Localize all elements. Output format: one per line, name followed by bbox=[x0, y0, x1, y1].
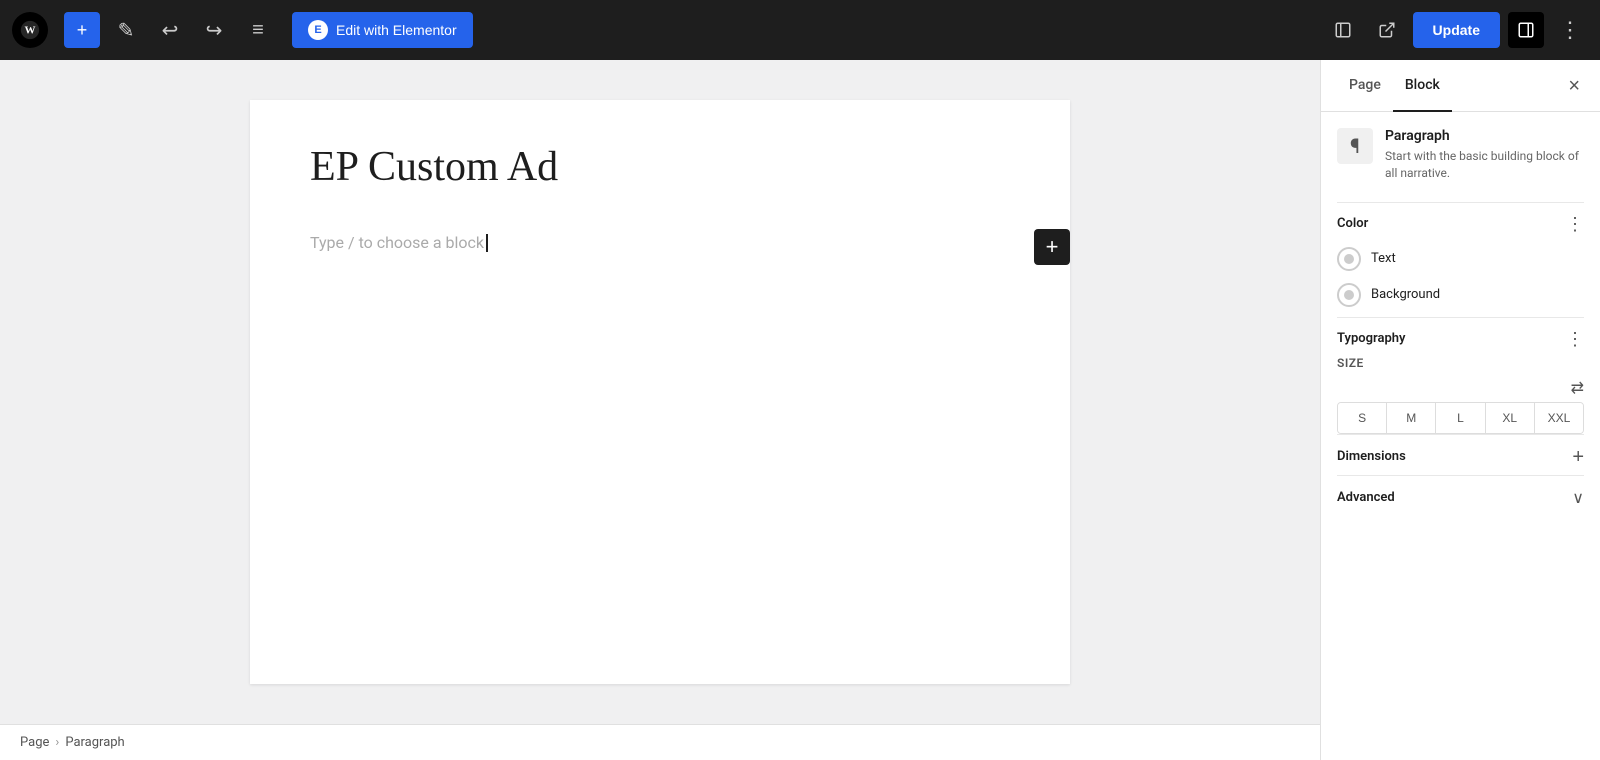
block-placeholder[interactable]: Type / to choose a block bbox=[310, 225, 1010, 261]
add-block-button[interactable]: + bbox=[1034, 229, 1070, 265]
wp-logo[interactable]: W bbox=[12, 12, 48, 48]
dimensions-section: Dimensions + bbox=[1337, 434, 1584, 475]
background-color-label: Background bbox=[1371, 287, 1440, 302]
advanced-chevron-button[interactable]: ∨ bbox=[1572, 488, 1584, 508]
external-link-button[interactable] bbox=[1369, 12, 1405, 48]
breadcrumb-page[interactable]: Page bbox=[20, 735, 49, 750]
tab-block[interactable]: Block bbox=[1393, 60, 1452, 112]
editor-area: EP Custom Ad Type / to choose a block + … bbox=[0, 60, 1320, 760]
dimensions-title: Dimensions bbox=[1337, 449, 1406, 464]
typography-section-header: Typography ⋮ bbox=[1337, 317, 1584, 356]
page-title: EP Custom Ad bbox=[310, 140, 1010, 195]
color-more-button[interactable]: ⋮ bbox=[1566, 215, 1584, 233]
list-view-button[interactable]: ≡ bbox=[240, 12, 276, 48]
block-info-text: Paragraph Start with the basic building … bbox=[1385, 128, 1584, 182]
add-block-toolbar-button[interactable]: + bbox=[64, 12, 100, 48]
dimensions-header: Dimensions + bbox=[1337, 434, 1584, 475]
size-controls: ⇄ bbox=[1337, 378, 1584, 398]
size-xl-button[interactable]: XL bbox=[1486, 403, 1535, 433]
block-name: Paragraph bbox=[1385, 128, 1584, 144]
advanced-section: Advanced ∨ bbox=[1337, 475, 1584, 516]
redo-button[interactable]: ↪ bbox=[196, 12, 232, 48]
color-section-header: Color ⋮ bbox=[1337, 202, 1584, 241]
editor-paper: EP Custom Ad Type / to choose a block + bbox=[250, 100, 1070, 684]
background-color-swatch bbox=[1337, 283, 1361, 307]
undo-button[interactable]: ↩ bbox=[152, 12, 188, 48]
placeholder-row: Type / to choose a block + bbox=[310, 225, 1010, 261]
svg-text:W: W bbox=[25, 25, 36, 37]
size-adjust-button[interactable]: ⇄ bbox=[1571, 378, 1584, 398]
toolbar: W + ✎ ↩ ↪ ≡ E Edit with Elementor Update bbox=[0, 0, 1600, 60]
more-options-button[interactable]: ⋮ bbox=[1552, 12, 1588, 48]
typography-more-button[interactable]: ⋮ bbox=[1566, 330, 1584, 348]
sidebar-toggle-button[interactable] bbox=[1508, 12, 1544, 48]
text-color-label: Text bbox=[1371, 251, 1396, 266]
breadcrumb-paragraph: Paragraph bbox=[65, 735, 124, 750]
tab-page[interactable]: Page bbox=[1337, 60, 1393, 112]
size-m-button[interactable]: M bbox=[1387, 403, 1436, 433]
toolbar-right: Update ⋮ bbox=[1325, 12, 1588, 48]
elementor-icon: E bbox=[308, 20, 328, 40]
typography-section: Typography ⋮ SIZE ⇄ S M L XL XXL bbox=[1337, 317, 1584, 434]
paragraph-icon: ¶ bbox=[1337, 128, 1373, 164]
pen-button[interactable]: ✎ bbox=[108, 12, 144, 48]
breadcrumb-separator: › bbox=[55, 735, 59, 750]
sidebar-tabs: Page Block × bbox=[1321, 60, 1600, 112]
editor-canvas: EP Custom Ad Type / to choose a block + bbox=[0, 60, 1320, 724]
breadcrumb-bar: Page › Paragraph bbox=[0, 724, 1320, 760]
background-color-option[interactable]: Background bbox=[1337, 277, 1584, 313]
size-s-button[interactable]: S bbox=[1338, 403, 1387, 433]
size-xxl-button[interactable]: XXL bbox=[1535, 403, 1583, 433]
advanced-title: Advanced bbox=[1337, 490, 1395, 505]
advanced-header: Advanced ∨ bbox=[1337, 475, 1584, 516]
close-sidebar-button[interactable]: × bbox=[1564, 72, 1584, 100]
block-info: ¶ Paragraph Start with the basic buildin… bbox=[1337, 128, 1584, 182]
text-color-option[interactable]: Text bbox=[1337, 241, 1584, 277]
block-description: Start with the basic building block of a… bbox=[1385, 148, 1584, 182]
update-button[interactable]: Update bbox=[1413, 12, 1500, 48]
sidebar-content: ¶ Paragraph Start with the basic buildin… bbox=[1321, 112, 1600, 760]
text-color-swatch bbox=[1337, 247, 1361, 271]
color-section: Color ⋮ Text Background bbox=[1337, 202, 1584, 313]
text-cursor bbox=[486, 234, 488, 252]
typography-title: Typography bbox=[1337, 331, 1406, 346]
dimensions-add-button[interactable]: + bbox=[1572, 447, 1584, 467]
size-buttons: S M L XL XXL bbox=[1337, 402, 1584, 434]
size-l-button[interactable]: L bbox=[1436, 403, 1485, 433]
color-title: Color bbox=[1337, 216, 1368, 231]
size-label: SIZE bbox=[1337, 356, 1584, 370]
main-layout: EP Custom Ad Type / to choose a block + … bbox=[0, 60, 1600, 760]
edit-with-elementor-button[interactable]: E Edit with Elementor bbox=[292, 12, 473, 48]
view-button[interactable] bbox=[1325, 12, 1361, 48]
sidebar: Page Block × ¶ Paragraph Start with the … bbox=[1320, 60, 1600, 760]
